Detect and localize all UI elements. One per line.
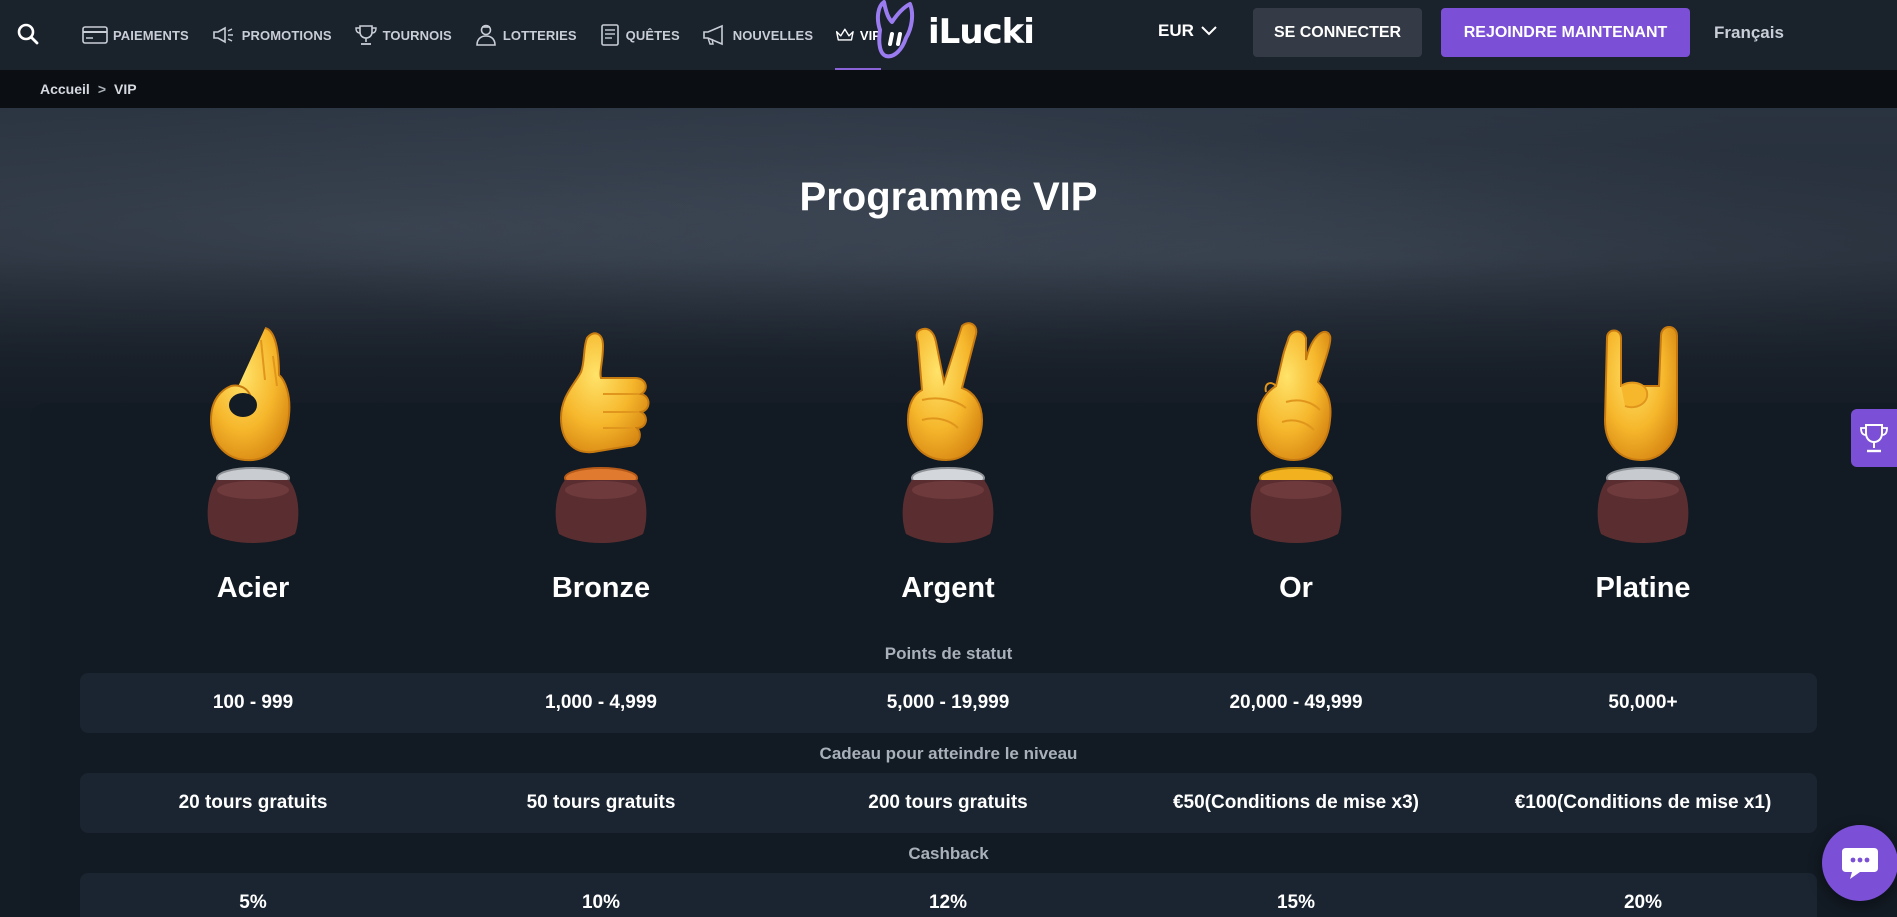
chat-bubble-icon [1842,848,1878,879]
nav-label: NOUVELLES [732,27,814,43]
nav-label: QUÊTES [625,27,680,43]
login-button[interactable]: SE CONNECTER [1253,8,1422,57]
tier-trophy-bronze [471,320,731,550]
cashback-cell: 10% [581,892,621,913]
tier-trophy-platine [1513,320,1773,550]
nav-item-news[interactable]: NOUVELLES [702,0,813,70]
logo-horns-icon [875,0,915,59]
trophy-icon [1860,424,1888,453]
currency-label: EUR [1158,21,1194,40]
cashback-cell: 5% [239,892,267,913]
cashback-label: Cashback [908,844,989,863]
level-gift-cell: €50(Conditions de mise x3) [1172,792,1419,813]
language-selector[interactable]: Français [1714,23,1784,43]
breadcrumb-current: VIP [114,81,137,97]
status-points-cell: 5,000 - 19,999 [886,692,1010,713]
page-title: Programme VIP [799,175,1098,219]
nav-item-tournaments[interactable]: TOURNOIS [354,0,452,70]
join-button[interactable]: REJOINDRE MAINTENANT [1441,8,1690,57]
crown-icon [836,28,854,41]
status-points-cell: 100 - 999 [212,692,294,713]
status-points-label: Points de statut [884,644,1013,663]
tier-name: Acier [216,572,290,604]
card-icon [82,26,108,44]
top-header: PAIEMENTS PROMOTIONS TOURNOIS LOTTERIES … [0,0,1897,70]
nav-label: LOTTERIES [502,27,577,43]
tier-trophy-acier [123,320,383,550]
tier-trophy-argent [818,320,1078,550]
breadcrumb: Accueil > VIP [0,70,1897,108]
level-gift-label: Cadeau pour atteindre le niveau [819,744,1078,763]
search-icon[interactable] [16,22,40,46]
bullhorn-icon [702,24,723,46]
nav-item-quests[interactable]: QUÊTES [599,0,680,70]
person-icon [476,24,496,46]
status-points-cell: 1,000 - 4,999 [545,692,657,713]
status-points-cell: 50,000+ [1608,692,1678,713]
nav-item-payments[interactable]: PAIEMENTS [82,0,189,70]
chevron-down-icon [1201,26,1217,36]
tier-name: Or [1279,572,1313,604]
trophy-icon [354,25,377,45]
status-points-cell: 20,000 - 49,999 [1229,692,1363,713]
chat-button[interactable] [1822,825,1897,901]
tier-name: Platine [1595,572,1691,604]
level-gift-cell: 20 tours gratuits [178,792,328,813]
level-gift-cell: 200 tours gratuits [868,792,1028,813]
nav-item-promotions[interactable]: PROMOTIONS [211,0,332,70]
nav-item-lotteries[interactable]: LOTTERIES [474,0,577,70]
thumbs-up-trophy-icon [555,332,650,543]
victory-hand-trophy-icon [902,322,994,543]
ok-hand-trophy-icon [207,327,299,543]
megaphone-icon [212,26,233,44]
cashback-cell: 20% [1623,892,1663,913]
breadcrumb-separator: > [97,81,106,97]
level-gift-cell: 50 tours gratuits [526,792,676,813]
cashback-cell: 12% [928,892,968,913]
level-gift-row: 20 tours gratuits 50 tours gratuits 200 … [80,773,1817,833]
main-nav: PAIEMENTS PROMOTIONS TOURNOIS LOTTERIES … [82,0,882,70]
nav-label: PAIEMENTS [113,27,189,43]
logo[interactable]: iLucki [872,0,1035,64]
status-points-row: 100 - 999 1,000 - 4,999 5,000 - 19,999 2… [80,673,1817,733]
tier-trophy-or [1166,320,1426,550]
tier-name: Argent [901,572,995,604]
nav-label: PROMOTIONS [241,27,332,43]
crossed-fingers-trophy-icon [1250,330,1342,543]
breadcrumb-home[interactable]: Accueil [40,81,90,97]
nav-label: TOURNOIS [382,27,452,43]
tournaments-side-tab[interactable] [1851,409,1897,467]
cashback-row: 5% 10% 12% 15% 20% [80,873,1817,917]
cashback-cell: 15% [1276,892,1316,913]
currency-selector[interactable]: EUR [1158,21,1218,41]
rock-on-hand-trophy-icon [1597,326,1689,543]
document-icon [600,24,619,46]
logo-text: iLucki [928,12,1035,52]
level-gift-cell: €100(Conditions de mise x1) [1514,792,1772,813]
tier-name: Bronze [551,572,651,604]
